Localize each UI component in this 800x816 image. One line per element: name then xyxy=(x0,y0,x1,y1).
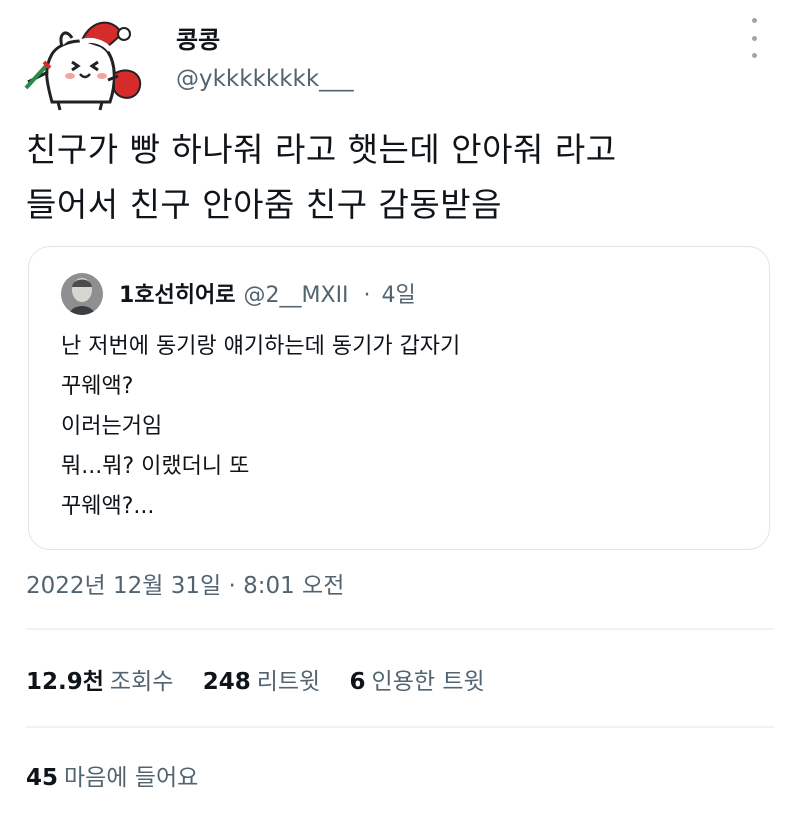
quoted-tweet-header: 1호선히어로 @2__MXII · 4일 xyxy=(119,277,416,309)
quotes-stat[interactable]: 6 인용한 트윗 xyxy=(350,669,485,695)
likes-stat[interactable]: 45 마음에 들어요 xyxy=(26,758,198,792)
quotes-label: 인용한 트윗 xyxy=(371,669,485,695)
more-dots-icon[interactable] xyxy=(744,18,764,58)
tweet-timestamp[interactable]: 2022년 12월 31일 · 8:01 오전 xyxy=(26,566,344,600)
engagement-stats: 12.9천 조회수 248 리트윗 6 인용한 트윗 xyxy=(26,662,507,696)
likes-count: 45 xyxy=(26,765,59,791)
quoted-tweet-age[interactable]: 4일 xyxy=(382,283,416,308)
quoted-author-name[interactable]: 1호선히어로 xyxy=(119,283,236,308)
quoted-author-handle[interactable]: @2__MXII xyxy=(244,283,349,308)
likes-label: 마음에 들어요 xyxy=(64,765,199,791)
author-display-name[interactable]: 콩콩 xyxy=(176,20,220,55)
quoted-tweet-text: 난 저번에 동기랑 얘기하는데 동기가 갑자기 꾸웨액? 이러는거임 뭐...뭐… xyxy=(61,334,461,519)
quoted-author-avatar[interactable] xyxy=(61,273,103,315)
tweet-text: 친구가 빵 하나줘 라고 햇는데 안아줘 라고 들어서 친구 안아줌 친구 감동… xyxy=(26,130,617,224)
author-avatar[interactable] xyxy=(22,10,144,114)
views-stat[interactable]: 12.9천 조회수 xyxy=(26,669,173,695)
divider xyxy=(26,628,774,630)
retweets-count: 248 xyxy=(202,669,251,695)
author-handle[interactable]: @ykkkkkkkk___ xyxy=(176,66,354,92)
separator-dot: · xyxy=(363,283,371,308)
divider xyxy=(26,726,774,728)
retweets-stat[interactable]: 248 리트윗 xyxy=(203,669,321,695)
retweets-label: 리트윗 xyxy=(256,669,321,695)
views-label: 조회수 xyxy=(109,669,174,695)
quoted-tweet-card[interactable]: 1호선히어로 @2__MXII · 4일 난 저번에 동기랑 얘기하는데 동기가 … xyxy=(28,246,770,550)
views-count: 12.9천 xyxy=(26,669,104,695)
quotes-count: 6 xyxy=(349,669,366,695)
